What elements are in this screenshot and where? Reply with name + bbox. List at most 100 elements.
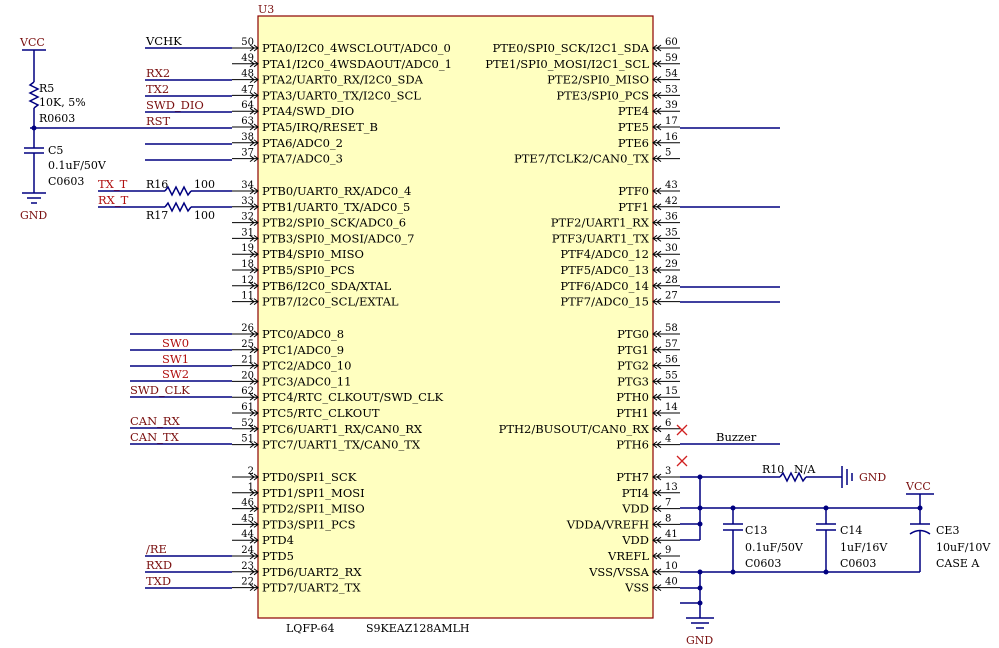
pin-name: PTE2/SPI0_MISO <box>547 73 649 87</box>
pin-number: 12 <box>241 275 254 286</box>
net-tx2: TX2 <box>146 82 169 96</box>
net-rst: RST <box>146 114 171 128</box>
pin-number: 44 <box>241 529 254 540</box>
pin-name: VREFL <box>607 549 649 563</box>
ce3-footprint: CASE A <box>936 557 980 570</box>
pin-name: VDDA/VREFH <box>566 517 649 531</box>
r10-ref: R10 <box>762 463 784 476</box>
pin-name: PTD1/SPI1_MOSI <box>262 486 365 500</box>
pin-number: 3 <box>665 466 671 477</box>
pin-number: 52 <box>241 418 254 429</box>
c14-value: 1uF/16V <box>840 541 888 554</box>
pin-number: 57 <box>665 339 678 350</box>
pin-name: PTE0/SPI0_SCK/I2C1_SDA <box>493 41 650 55</box>
pin-name: PTF0 <box>618 184 649 198</box>
net-rx-t: RX_T <box>98 193 129 207</box>
net-sw0: SW0 <box>162 336 189 350</box>
pin-number: 1 <box>248 482 254 493</box>
net-re: /RE <box>146 542 167 556</box>
pin-number: 37 <box>241 148 254 159</box>
pin-number: 15 <box>665 386 678 397</box>
net-buzzer: Buzzer <box>716 430 757 444</box>
pin-name: PTH7 <box>616 470 649 484</box>
pin-name: PTC3/ADC0_11 <box>262 374 351 388</box>
pin-name: PTC5/RTC_CLKOUT <box>262 406 380 420</box>
pin-name: PTF2/UART1_RX <box>551 216 650 230</box>
pin-name: PTB0/UART0_RX/ADC0_4 <box>262 184 411 198</box>
pin-number: 19 <box>241 243 254 254</box>
pin-number: 27 <box>665 291 678 302</box>
pin-name: PTB2/SPI0_SCK/ADC0_6 <box>262 216 406 230</box>
pin-number: 35 <box>665 227 678 238</box>
pin-name: VSS <box>624 581 649 595</box>
pin-number: 60 <box>665 37 678 48</box>
pin-name: PTC0/ADC0_8 <box>262 327 344 341</box>
pin-name: PTC1/ADC0_9 <box>262 343 344 357</box>
pin-name: PTA0/I2C0_4WSCLOUT/ADC0_0 <box>262 41 451 55</box>
vcc-label-left: VCC <box>19 36 45 49</box>
pin-number: 36 <box>665 212 678 223</box>
pin-number: 29 <box>665 259 678 270</box>
pin-number: 4 <box>665 434 671 445</box>
pin-number: 18 <box>241 259 254 270</box>
pin-number: 26 <box>241 323 254 334</box>
right-wiring: Buzzer R10 N/A GND VCC C13 0.1uF/50V C06… <box>676 127 991 647</box>
pin-number: 61 <box>241 402 254 413</box>
pin-name: VSS/VSSA <box>588 565 650 579</box>
pin-number: 39 <box>665 100 678 111</box>
r16-ref: R16 <box>146 178 168 191</box>
r17-value: 100 <box>194 209 215 222</box>
net-txd: TXD <box>146 574 171 588</box>
pin-name: PTA7/ADC0_3 <box>262 152 343 166</box>
pin-number: 8 <box>665 513 671 524</box>
pin-name: PTE7/TCLK2/CAN0_TX <box>514 152 650 166</box>
c13-footprint: C0603 <box>745 557 781 570</box>
r10-value: N/A <box>794 463 816 476</box>
pin-number: 56 <box>665 355 678 366</box>
pin-name: PTB6/I2C0_SDA/XTAL <box>262 279 392 293</box>
pin-name: PTA3/UART0_TX/I2C0_SCL <box>262 88 421 102</box>
pin-number: 64 <box>241 100 254 111</box>
pin-number: 22 <box>241 577 254 588</box>
pin-number: 14 <box>665 402 678 413</box>
pin-number: 7 <box>665 498 671 509</box>
net-sw2: SW2 <box>162 367 189 381</box>
pin-name: PTB5/SPI0_PCS <box>262 263 355 277</box>
pin-number: 59 <box>665 53 678 64</box>
ce3-value: 10uF/10V <box>936 541 991 554</box>
pin-number: 49 <box>241 53 254 64</box>
net-sw1: SW1 <box>162 352 189 366</box>
pin-name: PTG0 <box>617 327 649 341</box>
net-can-tx: CAN_TX <box>130 430 180 444</box>
pin-number: 46 <box>241 498 254 509</box>
pin-name: PTE6 <box>618 136 649 150</box>
r5-ref: R5 <box>39 82 54 95</box>
pin-name: PTH1 <box>616 406 649 420</box>
pin-number: 41 <box>665 529 678 540</box>
pin-name: PTB3/SPI0_MOSI/ADC0_7 <box>262 231 414 245</box>
pin-number: 51 <box>241 434 254 445</box>
pin-number: 40 <box>665 577 678 588</box>
pin-name: PTC4/RTC_CLKOUT/SWD_CLK <box>262 390 444 404</box>
pin-number: 62 <box>241 386 254 397</box>
r16-value: 100 <box>194 178 215 191</box>
pin-number: 9 <box>665 545 671 556</box>
pin-number: 38 <box>241 132 254 143</box>
chip-ref: U3 <box>258 3 274 16</box>
pin-name: PTH6 <box>616 438 649 452</box>
net-rxd: RXD <box>146 558 172 572</box>
pin-name: PTD0/SPI1_SCK <box>262 470 357 484</box>
pin-name: PTG1 <box>617 343 649 357</box>
pin-name: PTF5/ADC0_13 <box>560 263 649 277</box>
pin-number: 10 <box>665 561 678 572</box>
c5-ref: C5 <box>48 144 63 157</box>
pin-name: PTF3/UART1_TX <box>552 231 650 245</box>
pin-number: 17 <box>665 116 678 127</box>
pin-number: 33 <box>241 196 254 207</box>
pin-number: 48 <box>241 69 254 80</box>
pin-name: PTH2/BUSOUT/CAN0_RX <box>499 422 650 436</box>
pin-name: PTI4 <box>622 486 649 500</box>
pin-name: PTD7/UART2_TX <box>262 581 361 595</box>
pin-name: PTC2/ADC0_10 <box>262 359 351 373</box>
pin-name: PTC7/UART1_TX/CAN0_TX <box>262 438 421 452</box>
